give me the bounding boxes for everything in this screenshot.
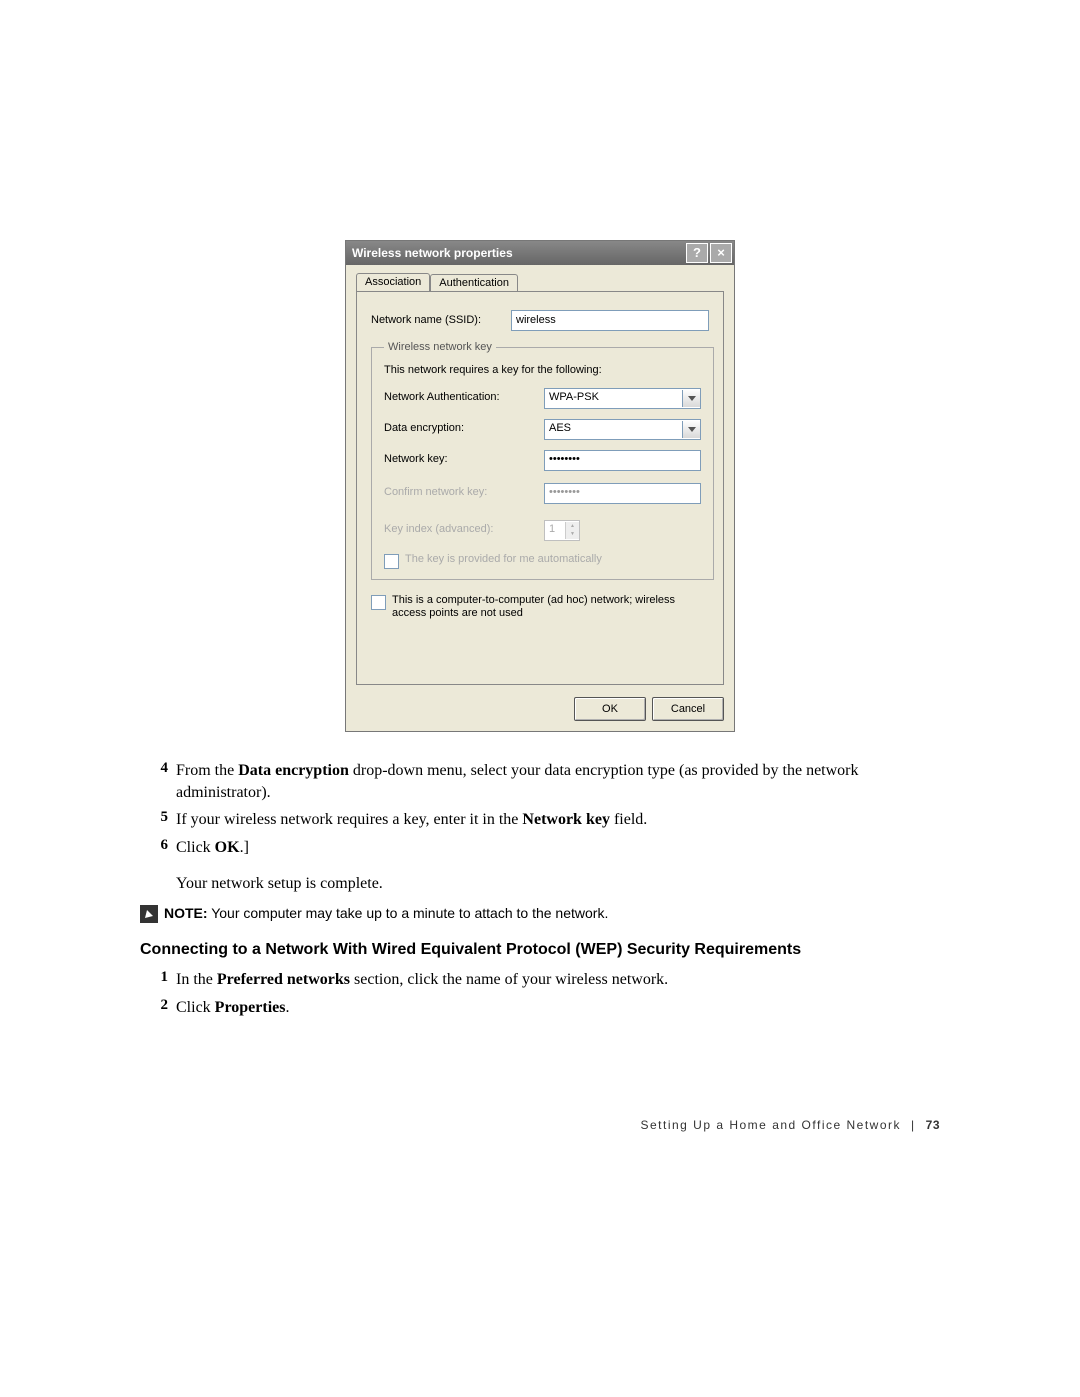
wireless-key-groupbox: Wireless network key This network requir… [371,341,714,579]
step-number: 1 [140,969,168,991]
step-5: 5 If your wireless network requires a ke… [140,809,940,831]
ssid-label: Network name (SSID): [371,314,511,327]
step-number: 4 [140,760,168,803]
step-1: 1 In the Preferred networks section, cli… [140,969,940,991]
note-block: NOTE: Your computer may take up to a min… [140,904,940,923]
step-bold: Network key [522,811,610,828]
network-auth-select[interactable]: WPA-PSK [544,388,701,409]
adhoc-label: This is a computer-to-computer (ad hoc) … [392,594,709,620]
step-text: field. [610,811,647,828]
key-index-spinner[interactable]: 1 ▲ ▼ [544,520,580,541]
auto-key-label: The key is provided for me automatically [405,553,602,566]
followup-text: Your network setup is complete. [176,873,940,895]
dialog-titlebar: Wireless network properties ? × [346,241,734,265]
network-auth-label: Network Authentication: [384,391,544,404]
titlebar-close-button[interactable]: × [710,243,732,263]
note-icon [140,905,158,923]
dialog-title: Wireless network properties [352,246,686,260]
steps-list-2: 1 In the Preferred networks section, cli… [140,969,940,1018]
step-text: From the [176,762,238,779]
tab-panel-association: Network name (SSID): wireless Wireless n… [356,291,724,685]
data-encryption-select[interactable]: AES [544,419,701,440]
step-6: 6 Click OK.] [140,837,940,859]
network-key-label: Network key: [384,453,544,466]
steps-list-1: 4 From the Data encryption drop-down men… [140,760,940,858]
step-text: In the [176,971,217,988]
adhoc-checkbox[interactable] [371,595,386,610]
step-bold: Properties [215,999,286,1016]
groupbox-legend: Wireless network key [384,341,496,354]
chevron-down-icon [682,421,700,438]
confirm-key-label: Confirm network key: [384,486,544,499]
step-number: 2 [140,997,168,1019]
page-footer: Setting Up a Home and Office Network | 7… [140,1118,940,1132]
note-label: NOTE: [164,905,208,921]
ssid-input[interactable]: wireless [511,310,709,331]
data-encryption-label: Data encryption: [384,422,544,435]
step-bold: OK [215,839,240,856]
note-text: Your computer may take up to a minute to… [208,905,609,921]
section-title: Connecting to a Network With Wired Equiv… [140,941,940,959]
confirm-key-input[interactable]: •••••••• [544,483,701,504]
wireless-properties-dialog: Wireless network properties ? × Associat… [345,240,735,732]
step-4: 4 From the Data encryption drop-down men… [140,760,940,803]
data-encryption-value: AES [545,422,682,435]
key-index-label: Key index (advanced): [384,523,544,536]
step-bold: Preferred networks [217,971,350,988]
spinner-down-icon[interactable]: ▼ [566,530,579,539]
step-number: 5 [140,809,168,831]
step-text: .] [240,839,249,856]
step-text: . [285,999,289,1016]
spinner-arrows[interactable]: ▲ ▼ [565,522,579,539]
step-text: Click [176,839,215,856]
cancel-button[interactable]: Cancel [652,697,724,721]
footer-section-title: Setting Up a Home and Office Network [640,1118,901,1132]
step-number: 6 [140,837,168,859]
step-bold: Data encryption [238,762,349,779]
key-index-value: 1 [545,523,565,536]
footer-page-number: 73 [926,1118,940,1132]
titlebar-help-button[interactable]: ? [686,243,708,263]
network-auth-value: WPA-PSK [545,391,682,404]
network-key-input[interactable]: •••••••• [544,450,701,471]
step-text: Click [176,999,215,1016]
step-text: If your wireless network requires a key,… [176,811,522,828]
step-text: section, click the name of your wireless… [350,971,668,988]
step-2: 2 Click Properties. [140,997,940,1019]
tab-authentication[interactable]: Authentication [430,274,518,292]
ok-button[interactable]: OK [574,697,646,721]
tab-row: Association Authentication [346,265,734,291]
auto-key-checkbox[interactable] [384,554,399,569]
chevron-down-icon [682,390,700,407]
tab-association[interactable]: Association [356,273,430,291]
group-intro: This network requires a key for the foll… [384,364,701,377]
footer-separator: | [911,1118,916,1132]
spinner-up-icon[interactable]: ▲ [566,522,579,531]
